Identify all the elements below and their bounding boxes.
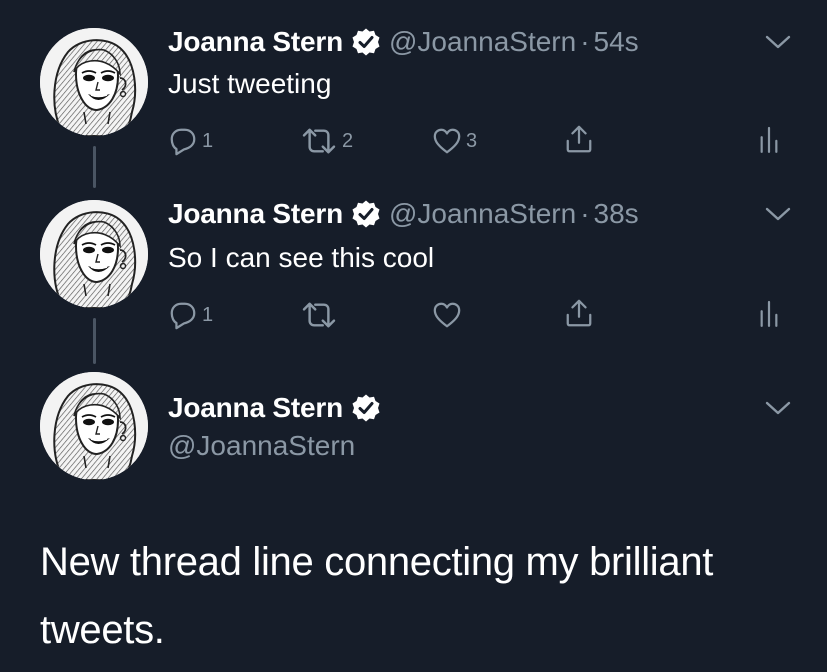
reply-button[interactable]: 1 <box>168 124 213 158</box>
avatar[interactable] <box>40 28 148 136</box>
author-name[interactable]: Joanna Stern <box>168 198 343 230</box>
author-handle[interactable]: @JoannaStern <box>389 198 576 230</box>
analytics-icon <box>758 297 780 329</box>
tweet-header: Joanna Stern @JoannaStern · 54s <box>168 22 639 62</box>
thread-line <box>93 318 96 364</box>
tweet-header: Joanna Stern <box>168 388 381 428</box>
share-button[interactable] <box>564 122 594 156</box>
separator-dot: · <box>580 26 590 57</box>
verified-badge-icon <box>351 199 381 229</box>
chevron-down-icon[interactable] <box>764 32 792 52</box>
analytics-icon <box>758 123 780 155</box>
analytics-button[interactable] <box>758 122 780 156</box>
heart-icon <box>432 126 462 156</box>
share-button[interactable] <box>564 296 594 330</box>
retweet-icon <box>300 126 338 156</box>
tweet-header: Joanna Stern @JoannaStern · 38s <box>168 194 639 234</box>
tweet-text: So I can see this cool <box>168 242 435 273</box>
analytics-button[interactable] <box>758 296 780 330</box>
heart-icon <box>432 300 462 330</box>
retweet-button[interactable] <box>300 298 342 332</box>
author-name[interactable]: Joanna Stern <box>168 392 343 424</box>
main-tweet-text: New thread line connecting my brilliant … <box>40 540 714 652</box>
like-count: 3 <box>466 129 478 152</box>
author-handle[interactable]: @JoannaStern <box>389 26 576 58</box>
like-button[interactable]: 3 <box>432 124 477 158</box>
tweet-timestamp[interactable]: 38s <box>594 198 639 230</box>
reply-icon <box>168 126 198 156</box>
reply-count: 1 <box>202 303 214 326</box>
avatar[interactable] <box>40 372 148 480</box>
thread-line <box>93 146 96 188</box>
retweet-count: 2 <box>342 129 354 152</box>
author-handle[interactable]: @JoannaStern <box>168 430 355 462</box>
retweet-icon <box>300 300 338 330</box>
chevron-down-icon[interactable] <box>764 204 792 224</box>
chevron-down-icon[interactable] <box>764 398 792 418</box>
reply-button[interactable]: 1 <box>168 298 213 332</box>
avatar[interactable] <box>40 200 148 308</box>
tweet-timestamp[interactable]: 54s <box>594 26 639 58</box>
tweet-text: Just tweeting <box>168 68 332 99</box>
like-button[interactable] <box>432 298 466 332</box>
author-name[interactable]: Joanna Stern <box>168 26 343 58</box>
share-icon <box>564 297 594 329</box>
verified-badge-icon <box>351 27 381 57</box>
reply-icon <box>168 300 198 330</box>
separator-dot: · <box>580 198 590 229</box>
retweet-button[interactable]: 2 <box>300 124 353 158</box>
verified-badge-icon <box>351 393 381 423</box>
reply-count: 1 <box>202 129 214 152</box>
share-icon <box>564 123 594 155</box>
